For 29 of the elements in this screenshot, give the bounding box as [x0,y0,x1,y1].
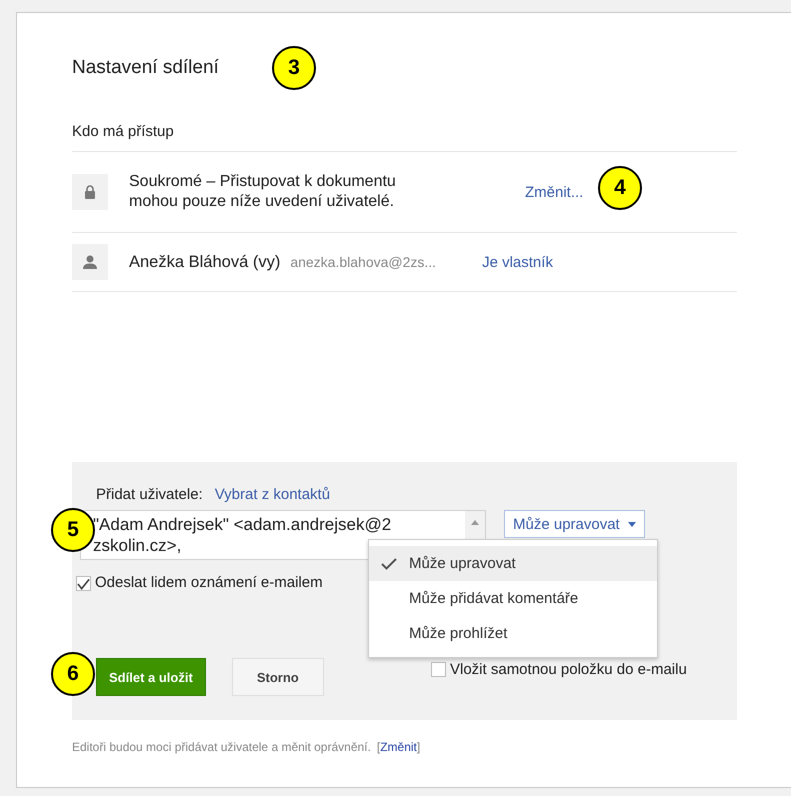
dialog-title: Nastavení sdílení [72,57,219,80]
add-people-label: Přidat uživatele: [96,486,203,503]
footer-note: Editoři budou moci přidávat uživatele a měnit oprávnění. [72,740,371,754]
option-label: Vložit samotnou položku do e-mailu [450,660,687,680]
checkbox[interactable] [431,662,446,677]
check-icon [381,558,397,570]
menu-item[interactable]: Může upravovat [369,546,657,581]
user-name: Anežka Bláhová (vy) [129,252,280,272]
cancel-button[interactable]: Storno [232,658,324,696]
access-description: Soukromé – Přistupovat k dokumentu mohou pouze níže uvedení uživatelé. [129,172,397,212]
bracket: [ [376,740,380,754]
check-icon [77,578,90,590]
lock-icon [84,185,96,199]
caret-icon [628,522,636,526]
user-email: anezka.blahova@2zs... [290,253,436,272]
bracket: ] [416,740,420,754]
person-icon [83,255,97,269]
share-button[interactable]: Sdílet a uložit [96,658,206,696]
menu-item[interactable]: Může přidávat komentáře [369,581,657,616]
section-heading: Kdo má přístup [72,123,737,152]
permission-dropdown[interactable]: Může upravovat [504,510,645,538]
contacts-link[interactable]: Vybrat z kontaktů [214,486,330,503]
menu-item[interactable]: Může prohlížet [369,616,657,651]
change-link[interactable]: Změnit... [525,184,584,200]
owner-link[interactable]: Je vlastník [482,254,553,270]
checkbox[interactable] [76,576,91,591]
option-label: Odeslat lidem oznámení e-mailem [95,574,323,591]
change-link[interactable]: Změnit [380,740,417,754]
scroll-up-icon [471,520,479,525]
